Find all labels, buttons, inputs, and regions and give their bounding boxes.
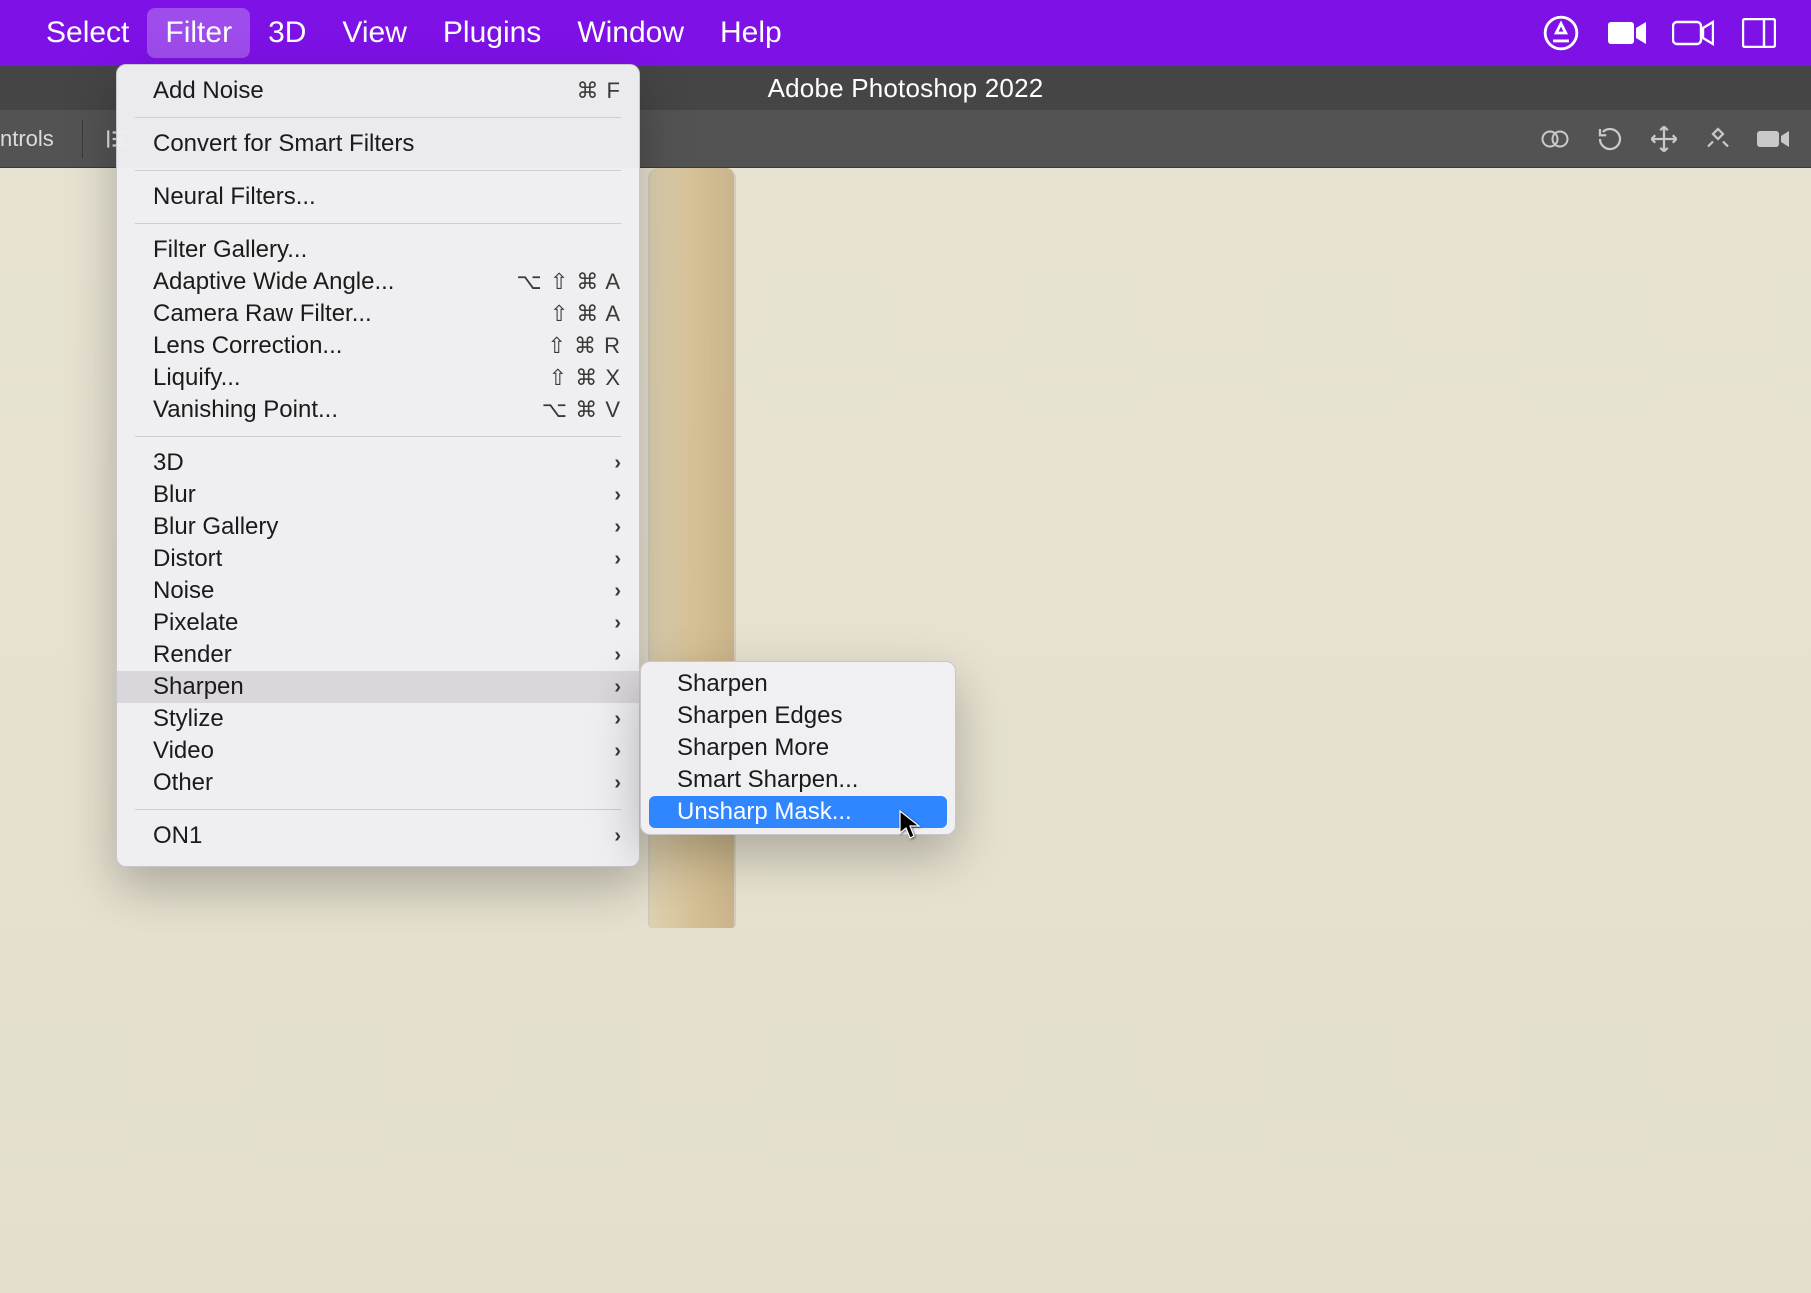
menu-bar[interactable]: Select Filter 3D View Plugins Window Hel… xyxy=(0,0,1811,66)
menu-item-render[interactable]: Render › xyxy=(117,639,639,671)
chevron-right-icon: › xyxy=(614,452,621,475)
chevron-right-icon: › xyxy=(614,825,621,848)
rotate-icon[interactable] xyxy=(1583,124,1637,154)
submenu-item-sharpen-edges[interactable]: Sharpen Edges xyxy=(649,700,947,732)
transform-warp-icon[interactable] xyxy=(1527,124,1583,154)
chevron-right-icon: › xyxy=(614,676,621,699)
menu-item-filter-gallery[interactable]: Filter Gallery... xyxy=(117,234,639,266)
menu-separator xyxy=(135,170,621,171)
menu-item-label: Unsharp Mask... xyxy=(677,798,852,826)
submenu-item-smart-sharpen[interactable]: Smart Sharpen... xyxy=(649,764,947,796)
filter-menu-dropdown[interactable]: Add Noise ⌘ F Convert for Smart Filters … xyxy=(116,64,640,867)
menu-item-label: ON1 xyxy=(153,822,202,850)
menu-item-shortcut: ⇧ ⌘ R xyxy=(547,333,621,359)
menu-item-label: Vanishing Point... xyxy=(153,396,338,424)
submenu-item-sharpen-more[interactable]: Sharpen More xyxy=(649,732,947,764)
menu-item-shortcut: ⇧ ⌘ A xyxy=(550,301,621,327)
menu-item-label: Sharpen xyxy=(677,670,768,698)
menu-item-label: Convert for Smart Filters xyxy=(153,130,414,158)
camera-icon[interactable] xyxy=(1603,9,1651,57)
menu-item-label: Neural Filters... xyxy=(153,183,316,211)
chevron-right-icon: › xyxy=(614,644,621,667)
menu-item-label: Sharpen Edges xyxy=(677,702,842,730)
menu-item-label: Sharpen xyxy=(153,673,244,701)
options-label-fragment: ntrols xyxy=(0,126,68,152)
menu-item-pixelate[interactable]: Pixelate › xyxy=(117,607,639,639)
menu-separator xyxy=(135,809,621,810)
menu-item-lens-correction[interactable]: Lens Correction... ⇧ ⌘ R xyxy=(117,330,639,362)
menu-item-vanishing-point[interactable]: Vanishing Point... ⌥ ⌘ V xyxy=(117,394,639,426)
move-icon[interactable] xyxy=(1637,124,1691,154)
chevron-right-icon: › xyxy=(614,708,621,731)
panel-icon[interactable] xyxy=(1735,9,1783,57)
videocam-icon[interactable] xyxy=(1669,9,1717,57)
menu-separator xyxy=(135,117,621,118)
menu-filter[interactable]: Filter xyxy=(147,8,250,58)
menu-item-other[interactable]: Other › xyxy=(117,767,639,799)
submenu-item-sharpen[interactable]: Sharpen xyxy=(649,668,947,700)
chevron-right-icon: › xyxy=(614,580,621,603)
menu-item-label: 3D xyxy=(153,449,184,477)
menu-item-liquify[interactable]: Liquify... ⇧ ⌘ X xyxy=(117,362,639,394)
chevron-right-icon: › xyxy=(614,484,621,507)
menu-3d[interactable]: 3D xyxy=(250,8,324,58)
menu-item-label: Stylize xyxy=(153,705,224,733)
menu-item-label: Adaptive Wide Angle... xyxy=(153,268,394,296)
menu-item-label: Blur Gallery xyxy=(153,513,278,541)
menu-item-noise[interactable]: Noise › xyxy=(117,575,639,607)
menu-item-label: Sharpen More xyxy=(677,734,829,762)
chevron-right-icon: › xyxy=(614,516,621,539)
menu-item-sharpen[interactable]: Sharpen › xyxy=(117,671,639,703)
submenu-item-unsharp-mask[interactable]: Unsharp Mask... xyxy=(649,796,947,828)
menu-item-label: Blur xyxy=(153,481,196,509)
menu-window[interactable]: Window xyxy=(559,8,702,58)
menu-item-on1[interactable]: ON1 › xyxy=(117,820,639,852)
sharpen-submenu[interactable]: Sharpen Sharpen Edges Sharpen More Smart… xyxy=(640,661,956,835)
menu-view[interactable]: View xyxy=(324,8,424,58)
video-record-icon[interactable] xyxy=(1745,127,1811,151)
menu-plugins[interactable]: Plugins xyxy=(425,8,559,58)
menu-item-stylize[interactable]: Stylize › xyxy=(117,703,639,735)
menu-item-video[interactable]: Video › xyxy=(117,735,639,767)
menu-item-label: Smart Sharpen... xyxy=(677,766,858,794)
menu-select[interactable]: Select xyxy=(28,8,147,58)
menu-item-shortcut: ⇧ ⌘ X xyxy=(549,365,621,391)
menu-help[interactable]: Help xyxy=(702,8,800,58)
chevron-right-icon: › xyxy=(614,612,621,635)
chevron-right-icon: › xyxy=(614,548,621,571)
menu-item-adaptive-wide-angle[interactable]: Adaptive Wide Angle... ⌥ ⇧ ⌘ A xyxy=(117,266,639,298)
menu-item-label: Distort xyxy=(153,545,222,573)
menu-item-label: Camera Raw Filter... xyxy=(153,300,372,328)
menu-item-shortcut: ⌥ ⌘ V xyxy=(542,397,621,423)
menu-item-label: Render xyxy=(153,641,232,669)
chevron-right-icon: › xyxy=(614,740,621,763)
creative-cloud-icon[interactable] xyxy=(1537,9,1585,57)
menu-item-shortcut: ⌥ ⇧ ⌘ A xyxy=(516,269,621,295)
menu-item-shortcut: ⌘ F xyxy=(576,78,621,104)
menu-separator xyxy=(135,223,621,224)
menu-item-convert-smart-filters[interactable]: Convert for Smart Filters xyxy=(117,128,639,160)
menu-item-add-noise[interactable]: Add Noise ⌘ F xyxy=(117,75,639,107)
menu-item-3d[interactable]: 3D › xyxy=(117,447,639,479)
menu-item-label: Add Noise xyxy=(153,77,264,105)
menu-item-label: Lens Correction... xyxy=(153,332,342,360)
menu-item-label: Pixelate xyxy=(153,609,238,637)
menu-item-label: Other xyxy=(153,769,213,797)
scale-icon[interactable] xyxy=(1691,124,1745,154)
menu-item-camera-raw[interactable]: Camera Raw Filter... ⇧ ⌘ A xyxy=(117,298,639,330)
menu-item-neural-filters[interactable]: Neural Filters... xyxy=(117,181,639,213)
menu-separator xyxy=(135,436,621,437)
chevron-right-icon: › xyxy=(614,772,621,795)
menu-item-label: Noise xyxy=(153,577,214,605)
menu-item-label: Video xyxy=(153,737,214,765)
menu-item-blur-gallery[interactable]: Blur Gallery › xyxy=(117,511,639,543)
divider xyxy=(82,120,83,158)
menu-item-label: Filter Gallery... xyxy=(153,236,307,264)
menu-item-distort[interactable]: Distort › xyxy=(117,543,639,575)
app-title: Adobe Photoshop 2022 xyxy=(768,73,1044,104)
menu-item-label: Liquify... xyxy=(153,364,241,392)
menu-item-blur[interactable]: Blur › xyxy=(117,479,639,511)
